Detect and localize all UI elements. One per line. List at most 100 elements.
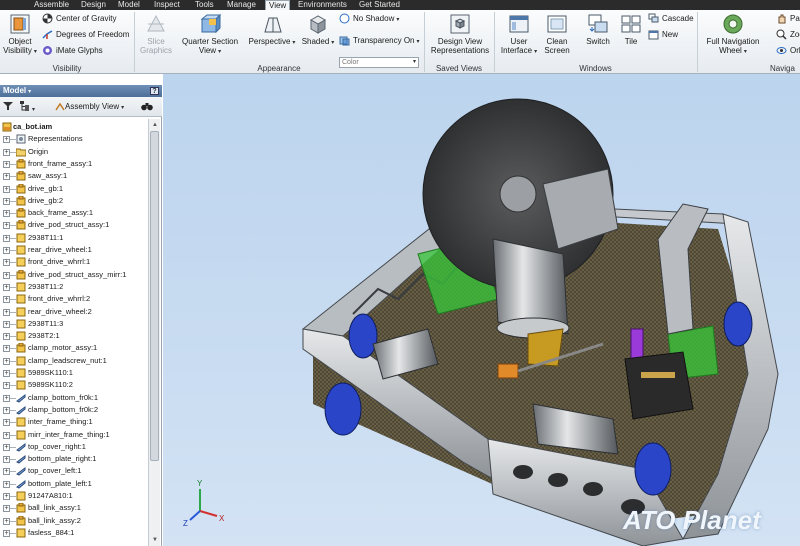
expand-icon[interactable]: + <box>3 358 10 365</box>
help-icon[interactable]: ? <box>150 87 159 95</box>
part-icon <box>16 380 26 390</box>
design-view-representations-button[interactable]: Design View Representations <box>430 13 490 55</box>
shadow-dropdown[interactable]: No Shadow ▾ <box>339 13 399 25</box>
tab-tools[interactable]: Tools <box>192 0 217 10</box>
imate-glyphs-button[interactable]: iMate Glyphs <box>42 45 103 57</box>
sheet-icon <box>16 394 26 403</box>
scroll-down-icon[interactable]: ▼ <box>151 536 159 544</box>
asm-icon <box>16 270 26 280</box>
filter-button[interactable] <box>3 101 13 114</box>
expand-icon[interactable]: + <box>3 198 10 205</box>
scroll-up-icon[interactable]: ▲ <box>151 121 159 129</box>
cascade-button[interactable]: Cascade <box>648 13 694 25</box>
expand-icon[interactable]: + <box>3 481 10 488</box>
tab-manage[interactable]: Manage <box>224 0 259 10</box>
front-drive-wheel-right[interactable] <box>634 442 672 496</box>
clean-screen-button[interactable]: Clean Screen <box>541 13 573 55</box>
assembly-view-dropdown[interactable]: Assembly View ▾ <box>54 101 124 114</box>
perspective-button[interactable]: Perspective ▾ <box>248 13 296 48</box>
part-icon <box>16 331 26 341</box>
expand-icon[interactable]: + <box>3 530 10 537</box>
orbit-button[interactable]: Orb <box>776 45 800 57</box>
scrollbar-thumb[interactable] <box>150 131 159 461</box>
tab-design[interactable]: Design <box>78 0 109 10</box>
graphics-viewport[interactable]: Y X Z <box>163 74 800 546</box>
expand-icon[interactable]: + <box>3 149 10 156</box>
rear-drive-wheel-right[interactable] <box>723 301 753 347</box>
expand-icon[interactable]: + <box>3 493 10 500</box>
tree-options-button[interactable]: ▾ <box>20 101 35 116</box>
saw-hub[interactable] <box>499 175 537 213</box>
controller-connector <box>641 372 675 378</box>
tab-environments[interactable]: Environments <box>295 0 350 10</box>
controller-board[interactable] <box>624 351 694 420</box>
full-navigation-wheel-button[interactable]: Full Navigation Wheel ▾ <box>700 13 766 57</box>
expand-icon[interactable]: + <box>3 296 10 303</box>
expand-icon[interactable]: + <box>3 235 10 242</box>
expand-icon[interactable]: + <box>3 309 10 316</box>
expand-icon[interactable]: + <box>3 272 10 279</box>
expand-icon[interactable]: + <box>3 395 10 402</box>
front-drive-wheel-left[interactable] <box>324 382 362 436</box>
rear-drive-wheel-left[interactable] <box>348 313 378 359</box>
tab-inspect[interactable]: Inspect <box>151 0 183 10</box>
expand-icon[interactable]: + <box>3 456 10 463</box>
tile-button[interactable]: Tile <box>617 13 645 46</box>
user-interface-button[interactable]: User Interface ▾ <box>500 13 538 57</box>
expand-icon[interactable]: + <box>3 432 10 439</box>
expand-icon[interactable]: + <box>3 210 10 217</box>
quarter-section-view-button[interactable]: Quarter Section View ▾ <box>179 13 241 57</box>
axis-triad: Y X Z <box>183 479 225 528</box>
browser-header[interactable]: Model ▾ ? <box>0 85 162 97</box>
expand-icon[interactable]: + <box>3 259 10 266</box>
tab-get-started[interactable]: Get Started <box>356 0 403 10</box>
part-icon <box>16 245 26 255</box>
expand-icon[interactable]: + <box>3 345 10 352</box>
expand-icon[interactable]: + <box>3 370 10 377</box>
expand-icon[interactable]: + <box>3 173 10 180</box>
tab-view[interactable]: View <box>265 0 291 10</box>
degrees-of-freedom-button[interactable]: Degrees of Freedom <box>42 29 129 41</box>
expand-icon[interactable]: + <box>3 444 10 451</box>
center-of-gravity-button[interactable]: Center of Gravity <box>42 13 116 25</box>
tab-assemble[interactable]: Assemble <box>31 0 72 10</box>
expand-icon[interactable]: + <box>3 284 10 291</box>
expand-icon[interactable]: + <box>3 186 10 193</box>
expand-icon[interactable]: + <box>3 518 10 525</box>
robot-assembly-model[interactable]: Y X Z <box>163 74 800 546</box>
chevron-down-icon: ▾ <box>396 17 400 23</box>
pan-button[interactable]: Pa <box>776 13 800 25</box>
new-window-button[interactable]: New <box>648 29 678 41</box>
expand-icon[interactable]: + <box>3 321 10 328</box>
expand-icon[interactable]: + <box>3 419 10 426</box>
expand-icon[interactable]: + <box>3 222 10 229</box>
expand-icon[interactable]: + <box>3 407 10 414</box>
transparency-dropdown[interactable]: Transparency On ▾ <box>339 35 420 47</box>
transparency-on-label: Transparency On <box>353 36 415 45</box>
leadscrew-bearing[interactable] <box>497 363 519 379</box>
find-button[interactable] <box>141 101 153 114</box>
zoom-button[interactable]: Zoo <box>776 29 800 41</box>
part-icon <box>16 368 26 378</box>
tile-label: Tile <box>624 37 638 46</box>
expand-icon[interactable]: + <box>3 247 10 254</box>
object-visibility-button[interactable]: Object Visibility ▾ <box>2 13 38 57</box>
expand-icon[interactable]: + <box>3 505 10 512</box>
tree-node-label: clamp_leadscrew_nut:1 <box>28 356 107 365</box>
tree-node-label: bottom_plate_right:1 <box>28 454 97 463</box>
shaded-button[interactable]: Shaded ▾ <box>300 13 336 48</box>
mount-hole <box>513 465 533 479</box>
expand-icon[interactable]: + <box>3 382 10 389</box>
brass-coupler[interactable] <box>527 328 564 367</box>
slice-graphics-button[interactable]: Slice Graphics <box>138 13 174 55</box>
tab-model[interactable]: Model <box>115 0 143 10</box>
tree-scrollbar[interactable]: ▲ ▼ <box>148 119 160 546</box>
expand-icon[interactable]: + <box>3 333 10 340</box>
switch-button[interactable]: Switch <box>582 13 614 46</box>
expand-icon[interactable]: + <box>3 136 10 143</box>
watermark-logo: ATO Planet <box>623 505 761 535</box>
expand-icon[interactable]: + <box>3 468 10 475</box>
shaded-cube-icon <box>309 15 327 34</box>
expand-icon[interactable]: + <box>3 161 10 168</box>
chevron-down-icon: ▾ <box>28 89 32 95</box>
